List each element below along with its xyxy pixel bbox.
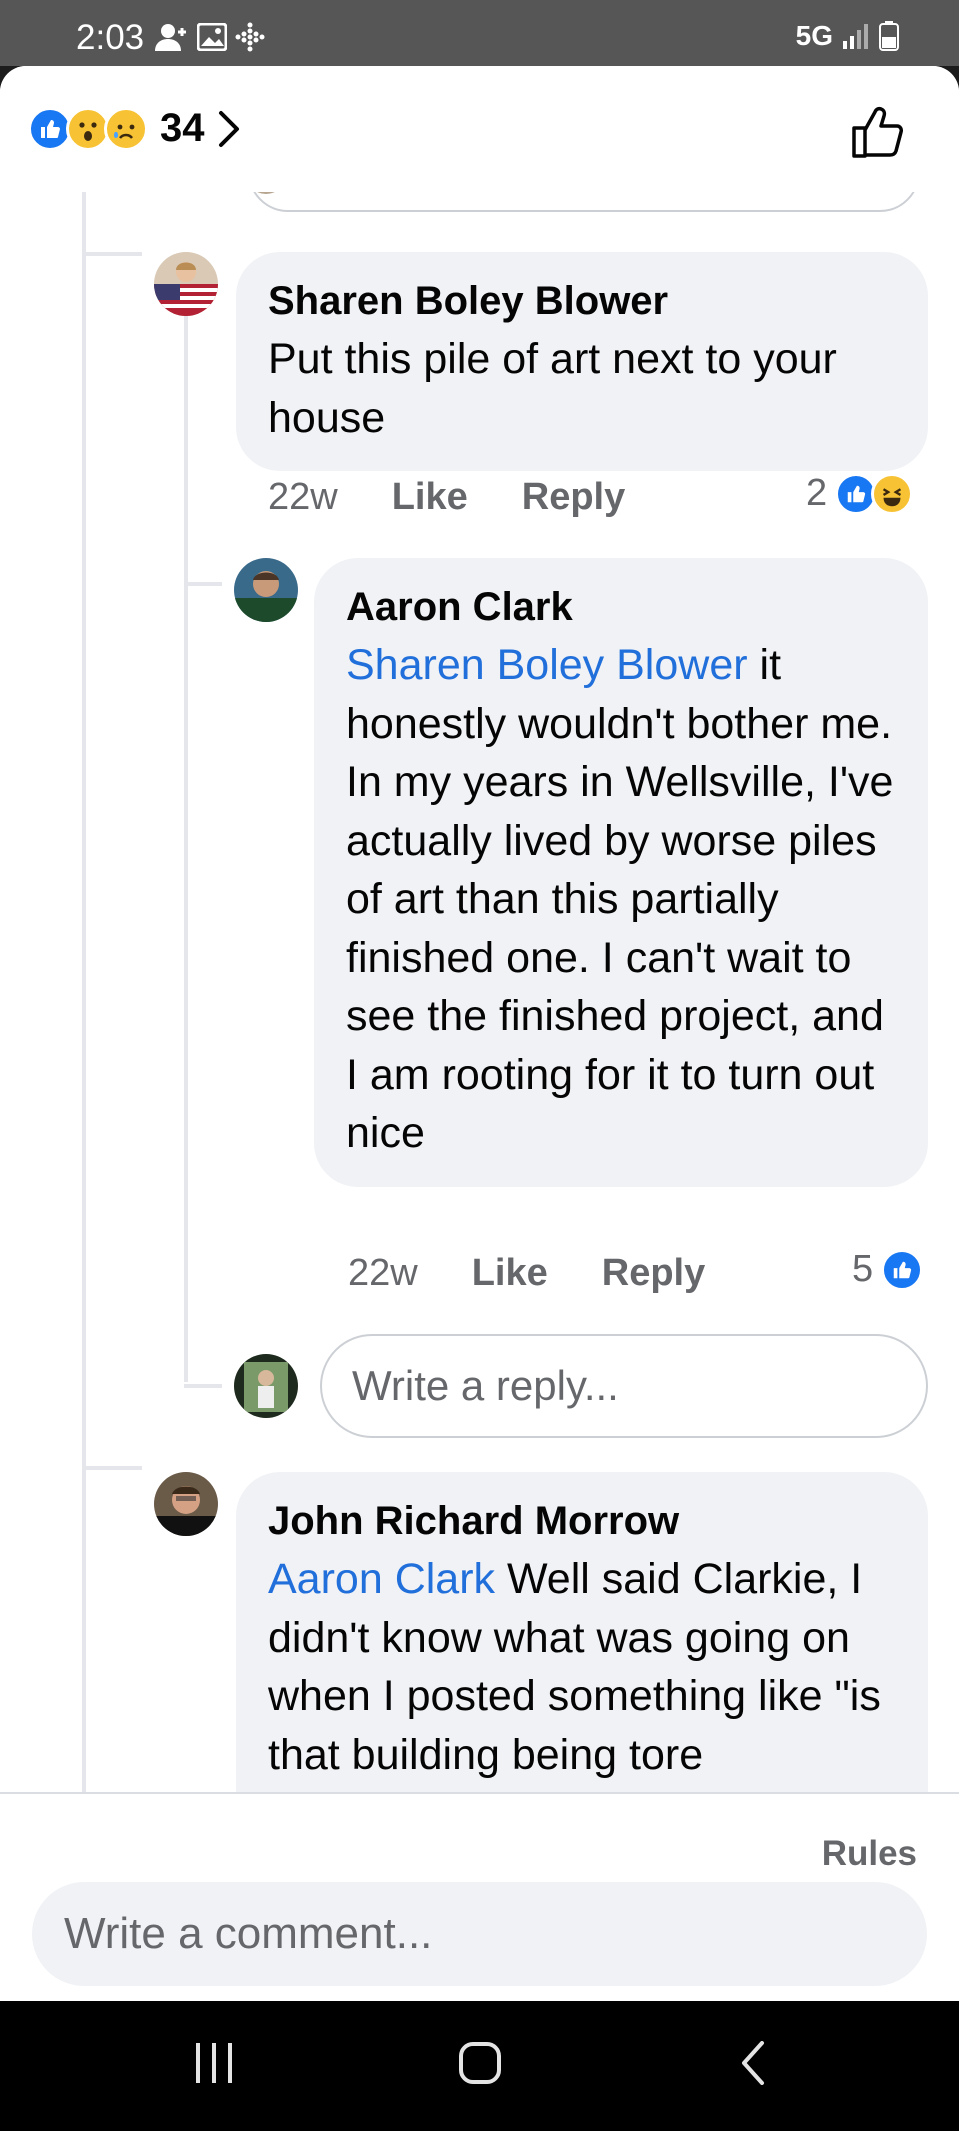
- reply-thread-line: [184, 308, 188, 1382]
- status-right: 5G: [796, 20, 899, 52]
- status-time: 2:03: [76, 18, 145, 57]
- mention-link[interactable]: Aaron Clark: [268, 1555, 495, 1603]
- comment-time: 22w: [348, 1252, 418, 1294]
- battery-icon: [879, 21, 899, 51]
- reply-button[interactable]: Reply: [602, 1252, 705, 1295]
- reaction-count: 34: [160, 106, 205, 150]
- signal-icon: [843, 24, 868, 49]
- avatar[interactable]: [154, 252, 218, 316]
- comment-text: Aaron Clark Well said Clarkie, I didn't …: [268, 1550, 896, 1784]
- contact-icon: [155, 24, 186, 51]
- comment-author[interactable]: Sharen Boley Blower: [268, 272, 896, 330]
- like-button[interactable]: Like: [472, 1252, 548, 1295]
- navigation-bar: [0, 2001, 959, 2131]
- reply-thread-branch: [184, 1384, 222, 1388]
- reaction-number: 5: [852, 1248, 874, 1290]
- sheet-header: 34: [0, 66, 959, 192]
- comment-author[interactable]: Aaron Clark: [346, 578, 896, 636]
- comment-author[interactable]: John Richard Morrow: [268, 1492, 896, 1550]
- comment-reactions[interactable]: 2: [806, 472, 914, 515]
- sad-reaction-icon: [104, 106, 148, 151]
- status-bar: 2:03 5G: [0, 0, 959, 66]
- gallery-icon: [197, 23, 227, 51]
- comment-bubble: John Richard Morrow Aaron Clark Well sai…: [236, 1472, 928, 1792]
- comment-bubble: Sharen Boley Blower Put this pile of art…: [236, 252, 928, 471]
- like-button[interactable]: Like: [392, 476, 468, 519]
- back-icon[interactable]: [732, 2041, 776, 2085]
- network-label: 5G: [795, 20, 833, 51]
- comments-list[interactable]: Sharen Boley Blower Put this pile of art…: [0, 192, 959, 1792]
- comments-sheet: 34 Sharen Boley Blower Put this pile of …: [0, 66, 959, 2001]
- comment-bubble: Aaron Clark Sharen Boley Blower it hones…: [314, 558, 928, 1187]
- thread-line: [82, 192, 86, 1792]
- comment-actions: 22w Like Reply: [268, 476, 625, 519]
- haha-reaction-icon: [871, 472, 914, 515]
- home-icon[interactable]: [458, 2041, 502, 2085]
- comment-input[interactable]: Write a comment...: [32, 1882, 927, 1986]
- thread-branch: [82, 1466, 142, 1470]
- comment-time: 22w: [268, 476, 338, 518]
- mention-link[interactable]: Sharen Boley Blower: [346, 641, 748, 689]
- recent-apps-icon[interactable]: [192, 2041, 236, 2085]
- avatar[interactable]: [234, 558, 298, 622]
- current-user-avatar: [234, 1354, 298, 1418]
- previous-reply-input: [248, 192, 920, 212]
- thread-branch: [82, 252, 142, 256]
- chevron-right-icon: [218, 110, 239, 147]
- comment-actions: 22w Like Reply: [348, 1252, 705, 1295]
- comment-body: it honestly wouldn't bother me. In my ye…: [346, 641, 894, 1157]
- reply-button[interactable]: Reply: [522, 476, 625, 519]
- notification-icons: [155, 22, 265, 52]
- thumbs-up-icon[interactable]: [848, 102, 908, 162]
- dots-grid-icon: [235, 22, 265, 52]
- reply-placeholder: Write a reply...: [352, 1362, 619, 1409]
- reply-thread-branch: [184, 582, 222, 586]
- reaction-number: 2: [806, 472, 828, 514]
- comment-footer: Rules Write a comment...: [0, 1792, 959, 2001]
- avatar[interactable]: [154, 1472, 218, 1536]
- reaction-summary[interactable]: 34: [28, 106, 241, 151]
- comment-reactions[interactable]: 5: [852, 1248, 924, 1291]
- reply-input[interactable]: Write a reply...: [320, 1334, 928, 1438]
- comment-text: Put this pile of art next to your house: [268, 335, 837, 442]
- rules-link[interactable]: Rules: [822, 1834, 917, 1874]
- like-reaction-icon: [881, 1248, 924, 1291]
- comment-placeholder: Write a comment...: [64, 1909, 433, 1958]
- comment-text: Sharen Boley Blower it honestly wouldn't…: [346, 636, 896, 1163]
